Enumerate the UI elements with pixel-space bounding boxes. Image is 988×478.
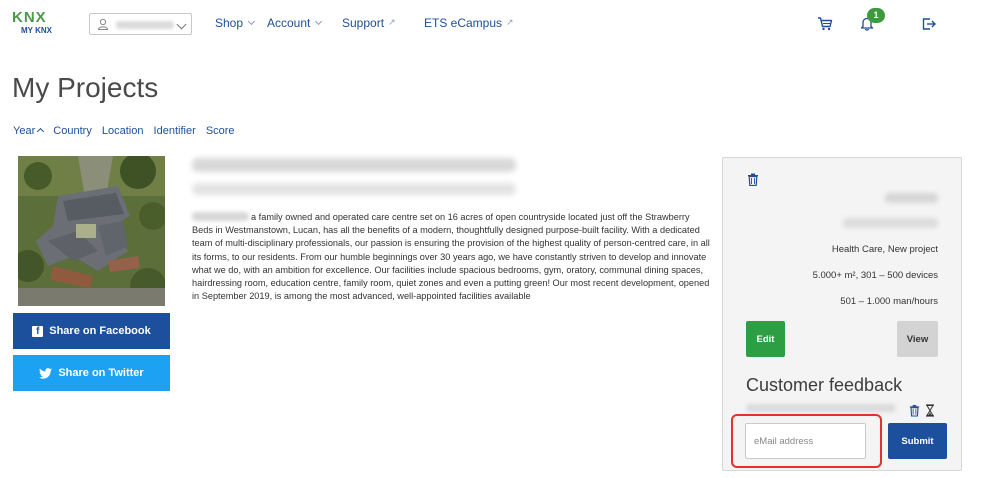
nav-account-label: Account [267,16,311,30]
nav-account[interactable]: Account [267,16,323,30]
hourglass-icon [926,404,934,417]
sort-location[interactable]: Location [102,125,144,137]
nav-shop[interactable]: Shop [215,16,256,30]
project-hours: 501 – 1.000 man/hours [840,296,938,307]
external-link-icon: ↗ [388,17,396,27]
nav-ets-ecampus[interactable]: ETS eCampus ↗ [424,16,514,30]
customer-feedback-heading: Customer feedback [746,375,903,395]
logo-mark: KNX [12,9,47,26]
email-field[interactable] [745,423,866,459]
chevron-down-icon [247,17,256,26]
share-facebook-button[interactable]: f Share on Facebook [13,313,170,349]
user-icon [97,18,109,30]
notification-badge: 1 [867,8,885,23]
project-description: a family owned and operated care centre … [192,212,710,302]
nav-support[interactable]: Support ↗ [342,16,396,30]
chevron-down-icon [315,17,323,26]
user-account-select[interactable] [89,13,192,35]
sort-country[interactable]: Country [53,125,92,137]
edit-button[interactable]: Edit [746,321,785,357]
top-navbar: KNX MY KNX Shop Account Support ↗ ETS eCa… [0,0,988,48]
nav-support-label: Support [342,16,385,30]
twitter-icon [39,367,53,379]
user-name-redacted [116,21,174,29]
share-facebook-label: Share on Facebook [49,325,151,337]
nav-shop-label: Shop [215,16,244,30]
trash-icon[interactable] [909,404,920,417]
project-size: 5.000+ m², 301 – 500 devices [812,270,938,281]
external-link-icon: ↗ [506,17,514,27]
logo-subtitle: MY KNX [21,26,52,35]
sort-year-label: Year [13,125,36,137]
feedback-entry-redacted [746,404,896,412]
project-photo [18,156,165,306]
chevron-up-icon [37,127,45,136]
sort-score[interactable]: Score [206,125,235,137]
knx-logo[interactable]: KNX MY KNX [12,9,60,37]
project-subtitle-redacted [192,183,516,195]
project-id-redacted [885,193,938,203]
submit-button[interactable]: Submit [888,423,947,459]
chevron-down-icon [176,19,187,30]
share-twitter-button[interactable]: Share on Twitter [13,355,170,391]
project-location-redacted [843,218,938,228]
nav-ets-ecampus-label: ETS eCampus [424,16,503,30]
sort-identifier[interactable]: Identifier [154,125,196,137]
trash-icon[interactable] [747,173,759,186]
sort-bar: Year Country Location Identifier Score [13,125,242,137]
logout-icon[interactable] [921,16,937,32]
project-title-redacted [192,158,516,172]
page-title: My Projects [12,72,159,103]
cart-icon[interactable] [817,16,833,32]
share-twitter-label: Share on Twitter [58,367,144,379]
facebook-icon: f [32,325,44,337]
sort-year[interactable]: Year [13,125,45,137]
project-category: Health Care, New project [831,244,938,255]
view-button[interactable]: View [897,321,938,357]
